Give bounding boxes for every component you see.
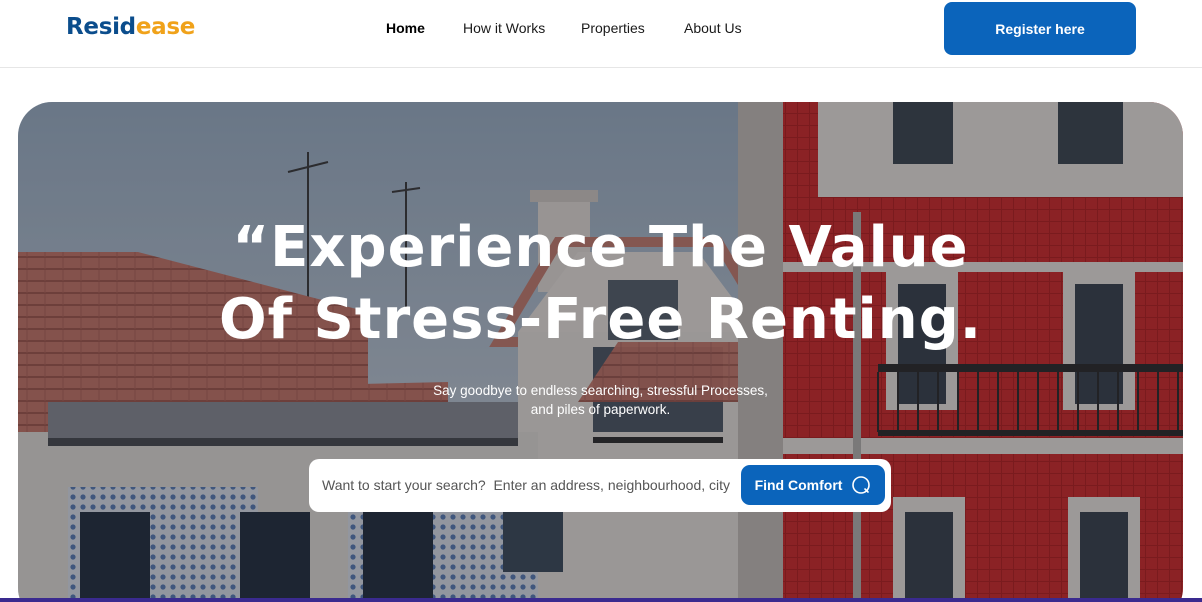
hero-subtext-line-2: and piles of paperwork. — [530, 402, 671, 417]
hero-headline-line-1: “Experience The Value — [232, 215, 969, 280]
search-bar: Find Comfort — [309, 459, 891, 512]
nav-home[interactable]: Home — [386, 20, 425, 36]
hero-subtext-line-1: Say goodbye to endless searching, stress… — [433, 383, 768, 398]
page-bottom-border — [0, 598, 1202, 602]
nav-properties[interactable]: Properties — [581, 20, 645, 36]
hero-subtext: Say goodbye to endless searching, stress… — [18, 381, 1183, 419]
logo[interactable]: Residease — [66, 14, 195, 40]
search-icon — [852, 476, 871, 494]
hero-headline-line-2: Of Stress-Free Renting. — [219, 287, 982, 352]
find-comfort-label: Find Comfort — [754, 477, 843, 493]
register-button[interactable]: Register here — [944, 2, 1136, 55]
logo-text-accent: ease — [135, 14, 196, 40]
logo-text-primary: Resid — [66, 14, 136, 40]
find-comfort-button[interactable]: Find Comfort — [741, 465, 885, 505]
search-input[interactable] — [322, 467, 734, 503]
hero-headline: “Experience The Value Of Stress-Free Ren… — [18, 212, 1183, 356]
nav-about-us[interactable]: About Us — [684, 20, 742, 36]
hero-banner: “Experience The Value Of Stress-Free Ren… — [18, 102, 1183, 602]
site-header: Residease Home How it Works Properties A… — [0, 0, 1202, 68]
nav-how-it-works[interactable]: How it Works — [463, 20, 545, 36]
